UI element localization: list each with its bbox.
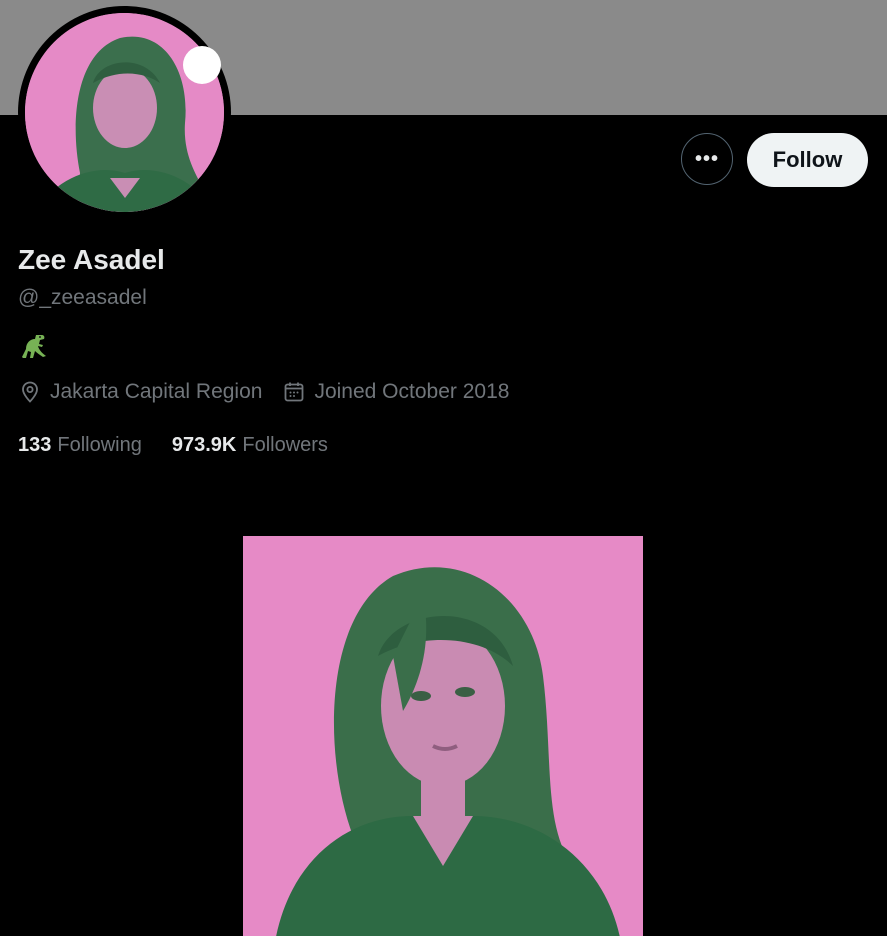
profile-meta: Jakarta Capital Region Joined October 20… [18, 380, 529, 404]
profile-stats: 133 Following 973.9K Followers [18, 434, 358, 457]
avatar[interactable] [18, 6, 231, 219]
profile-page: ••• Follow Zee Asadel @_zeeasadel Jakart… [0, 0, 887, 936]
join-date-text: Joined October 2018 [314, 380, 510, 403]
display-name: Zee Asadel [18, 244, 165, 275]
followers-link[interactable]: 973.9K Followers [172, 434, 328, 457]
calendar-icon [285, 382, 304, 402]
status-dot [183, 46, 221, 84]
follow-button[interactable]: Follow [747, 133, 868, 187]
following-label: Following [57, 434, 142, 456]
location-text: Jakarta Capital Region [50, 380, 263, 403]
location-pin-icon [22, 381, 38, 403]
t-rex-icon [18, 331, 50, 363]
more-icon: ••• [694, 147, 719, 170]
join-date: Joined October 2018 [282, 380, 509, 404]
following-link[interactable]: 133 Following [18, 434, 142, 457]
follow-button-label: Follow [772, 147, 843, 172]
avatar-image[interactable] [25, 13, 224, 212]
following-count: 133 [18, 434, 52, 456]
followers-count: 973.9K [171, 434, 237, 456]
user-handle: @_zeeasadel [18, 286, 147, 309]
followers-label: Followers [242, 434, 328, 456]
media-photo[interactable] [243, 536, 643, 936]
more-options-button[interactable]: ••• [681, 133, 733, 185]
location: Jakarta Capital Region [18, 380, 262, 404]
